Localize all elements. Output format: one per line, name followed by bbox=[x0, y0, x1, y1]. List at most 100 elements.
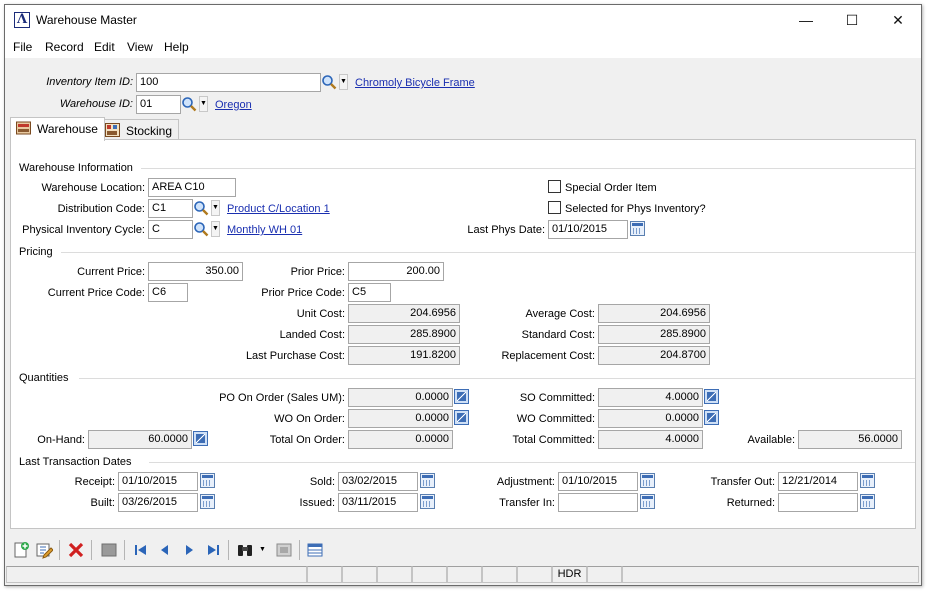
delete-icon[interactable] bbox=[67, 541, 85, 559]
selected-phys-inventory-checkbox[interactable] bbox=[548, 201, 561, 214]
returned-date-field[interactable] bbox=[778, 493, 858, 512]
status-cell bbox=[307, 566, 342, 583]
current-price-field[interactable]: 350.00 bbox=[148, 262, 243, 281]
issued-date-field[interactable]: 03/11/2015 bbox=[338, 493, 418, 512]
warehouse-id-label: Warehouse ID: bbox=[59, 98, 133, 110]
replacement-cost-label: Replacement Cost: bbox=[501, 350, 595, 362]
close-button[interactable]: ✕ bbox=[875, 5, 921, 35]
section-last-transaction-dates: Last Transaction Dates bbox=[19, 456, 132, 468]
phys-inventory-cycle-label: Physical Inventory Cycle: bbox=[22, 224, 145, 236]
toolbar-separator bbox=[299, 540, 300, 560]
status-hdr: HDR bbox=[552, 566, 587, 583]
app-logo-icon: Λ bbox=[14, 12, 30, 28]
first-record-icon[interactable] bbox=[132, 541, 150, 559]
warehouse-id-field[interactable]: 01 bbox=[136, 95, 181, 114]
maximize-button[interactable]: ☐ bbox=[829, 5, 875, 35]
transfer-out-date-label: Transfer Out: bbox=[710, 476, 775, 488]
unit-cost-label: Unit Cost: bbox=[296, 308, 345, 320]
transfer-out-date-field[interactable]: 12/21/2014 bbox=[778, 472, 858, 491]
menu-view[interactable]: View bbox=[127, 40, 153, 54]
calendar-icon[interactable] bbox=[200, 494, 215, 509]
warehouse-description-link[interactable]: Oregon bbox=[215, 99, 252, 111]
sold-date-field[interactable]: 03/02/2015 bbox=[338, 472, 418, 491]
calendar-icon[interactable] bbox=[420, 473, 435, 488]
tab-stocking[interactable]: Stocking bbox=[99, 119, 180, 141]
calendar-icon[interactable] bbox=[860, 494, 875, 509]
selected-phys-inventory-label: Selected for Phys Inventory? bbox=[565, 203, 706, 215]
calendar-icon[interactable] bbox=[200, 473, 215, 488]
dropdown-arrow-icon[interactable]: ▼ bbox=[258, 543, 267, 559]
tab-warehouse[interactable]: Warehouse bbox=[10, 117, 105, 141]
section-warehouse-information: Warehouse Information bbox=[19, 162, 133, 174]
average-cost-label: Average Cost: bbox=[525, 308, 595, 320]
calendar-icon[interactable] bbox=[860, 473, 875, 488]
built-date-field[interactable]: 03/26/2015 bbox=[118, 493, 198, 512]
print-icon[interactable] bbox=[100, 541, 118, 559]
last-phys-date-field[interactable]: 01/10/2015 bbox=[548, 220, 628, 239]
edit-record-icon[interactable] bbox=[35, 541, 53, 559]
prior-price-field[interactable]: 200.00 bbox=[348, 262, 444, 281]
total-on-order-field: 0.0000 bbox=[348, 430, 453, 449]
menu-bar: File Record Edit View Help bbox=[5, 36, 921, 58]
menu-edit[interactable]: Edit bbox=[94, 40, 115, 54]
current-price-code-label: Current Price Code: bbox=[47, 287, 145, 299]
next-record-icon[interactable] bbox=[180, 541, 198, 559]
menu-help[interactable]: Help bbox=[164, 40, 189, 54]
lookup-icon[interactable] bbox=[193, 200, 209, 216]
status-cell bbox=[622, 566, 919, 583]
dropdown-arrow-icon[interactable]: ▼ bbox=[211, 221, 220, 237]
drilldown-icon[interactable] bbox=[454, 389, 469, 404]
transfer-in-date-label: Transfer In: bbox=[499, 497, 555, 509]
phys-inventory-cycle-link[interactable]: Monthly WH 01 bbox=[227, 224, 302, 236]
drilldown-icon[interactable] bbox=[193, 431, 208, 446]
calendar-icon[interactable] bbox=[640, 473, 655, 488]
calendar-icon[interactable] bbox=[640, 494, 655, 509]
calendar-icon[interactable] bbox=[630, 221, 645, 236]
last-phys-date-label: Last Phys Date: bbox=[467, 224, 545, 236]
wo-on-order-field: 0.0000 bbox=[348, 409, 453, 428]
lookup-icon[interactable] bbox=[321, 74, 337, 90]
menu-file[interactable]: File bbox=[13, 40, 32, 54]
dropdown-arrow-icon[interactable]: ▼ bbox=[339, 74, 348, 90]
special-order-checkbox[interactable] bbox=[548, 180, 561, 193]
phys-inventory-cycle-field[interactable]: C bbox=[148, 220, 193, 239]
drilldown-icon[interactable] bbox=[704, 389, 719, 404]
warehouse-location-label: Warehouse Location: bbox=[41, 182, 145, 194]
status-cell bbox=[412, 566, 447, 583]
wo-on-order-label: WO On Order: bbox=[274, 413, 345, 425]
on-hand-label: On-Hand: bbox=[37, 434, 85, 446]
item-id-field[interactable]: 100 bbox=[136, 73, 321, 92]
adjustment-date-field[interactable]: 01/10/2015 bbox=[558, 472, 638, 491]
standard-cost-field: 285.8900 bbox=[598, 325, 710, 344]
menu-record[interactable]: Record bbox=[45, 40, 84, 54]
warehouse-location-field[interactable]: AREA C10 bbox=[148, 178, 236, 197]
calendar-icon[interactable] bbox=[420, 494, 435, 509]
available-label: Available: bbox=[747, 434, 796, 446]
transfer-in-date-field[interactable] bbox=[558, 493, 638, 512]
memo-icon[interactable] bbox=[275, 541, 293, 559]
current-price-code-field[interactable]: C6 bbox=[148, 283, 188, 302]
last-record-icon[interactable] bbox=[204, 541, 222, 559]
lookup-icon[interactable] bbox=[181, 96, 197, 112]
binoculars-icon[interactable] bbox=[236, 541, 254, 559]
unit-cost-field: 204.6956 bbox=[348, 304, 460, 323]
section-divider bbox=[141, 168, 915, 169]
minimize-button[interactable]: — bbox=[783, 5, 829, 35]
status-cell bbox=[517, 566, 552, 583]
new-record-icon[interactable] bbox=[12, 541, 30, 559]
dropdown-arrow-icon[interactable]: ▼ bbox=[199, 96, 208, 112]
dropdown-arrow-icon[interactable]: ▼ bbox=[211, 200, 220, 216]
distribution-code-field[interactable]: C1 bbox=[148, 199, 193, 218]
current-price-label: Current Price: bbox=[77, 266, 145, 278]
tab-warehouse-label: Warehouse bbox=[37, 122, 98, 136]
previous-record-icon[interactable] bbox=[156, 541, 174, 559]
item-description-link[interactable]: Chromoly Bicycle Frame bbox=[355, 77, 475, 89]
drilldown-icon[interactable] bbox=[704, 410, 719, 425]
grid-view-icon[interactable] bbox=[306, 541, 324, 559]
receipt-date-field[interactable]: 01/10/2015 bbox=[118, 472, 198, 491]
lookup-icon[interactable] bbox=[193, 221, 209, 237]
distribution-code-link[interactable]: Product C/Location 1 bbox=[227, 203, 330, 215]
prior-price-code-label: Prior Price Code: bbox=[261, 287, 345, 299]
drilldown-icon[interactable] bbox=[454, 410, 469, 425]
prior-price-code-field[interactable]: C5 bbox=[348, 283, 391, 302]
